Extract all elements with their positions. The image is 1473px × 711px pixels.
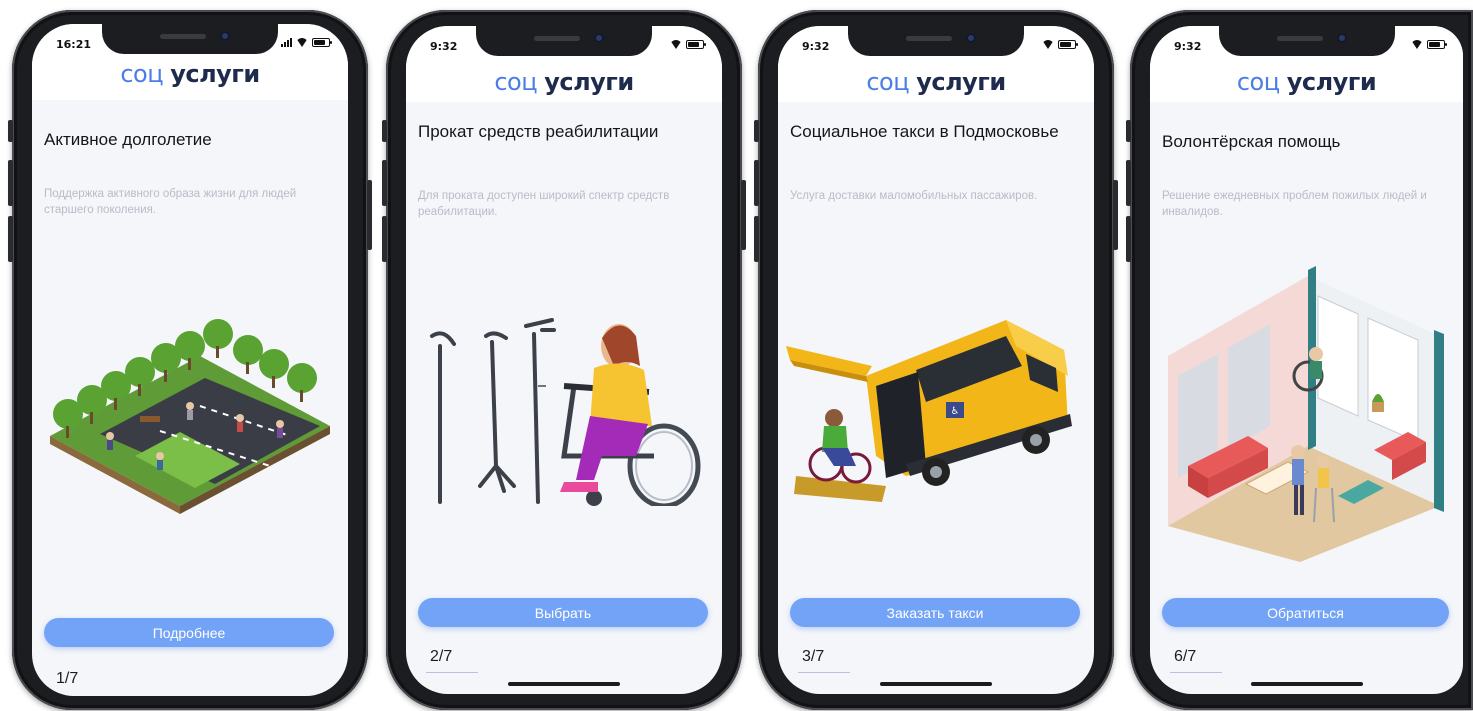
service-description: Услуга доставки маломобильных пассажиров…: [790, 190, 1038, 202]
battery-icon: [1058, 40, 1078, 49]
app-screen-1: 16:21 соц услуги Активное долголетие Под…: [32, 24, 348, 696]
svg-text:♿: ♿: [951, 406, 960, 417]
notch: [1218, 26, 1395, 56]
app-screen-2: 9:32 соц услуги Прокат средств реабилита…: [406, 26, 722, 694]
apply-button[interactable]: Обратиться: [1162, 598, 1449, 627]
page-counter: 1/7: [56, 670, 79, 687]
wifi-icon: [1042, 40, 1054, 49]
status-time: 9:32: [1174, 40, 1202, 53]
app-screen-4: 9:32 соц услуги Волонтёрская помощь Реше…: [1150, 26, 1463, 694]
wheelchair-icon: [430, 318, 701, 506]
wifi-icon: [670, 40, 682, 49]
battery-icon: [312, 38, 332, 47]
page-counter: 6/7: [1174, 648, 1197, 665]
app-logo: соц услуги: [120, 60, 260, 88]
notch: [102, 24, 278, 54]
wifi-icon: [1411, 40, 1423, 49]
taxi-van-icon: ♿: [786, 320, 1072, 502]
service-title: Социальное такси в Подмосковье: [790, 122, 1059, 141]
service-title: Прокат средств реабилитации: [418, 122, 659, 141]
phone-frame-4: 9:32 соц услуги Волонтёрская помощь Реше…: [1126, 10, 1473, 710]
status-icons: [1411, 40, 1447, 49]
status-icons: [1042, 40, 1078, 49]
status-time: 16:21: [56, 38, 92, 51]
phone-frame-1: 16:21 соц услуги Активное долголетие Под…: [8, 10, 372, 710]
phone-frame-2: 9:32 соц услуги Прокат средств реабилита…: [382, 10, 746, 710]
page-counter: 3/7: [802, 648, 825, 665]
wifi-icon: [296, 38, 308, 47]
status-icons: [281, 38, 332, 47]
service-description: Решение ежедневных проблем пожилых людей…: [1162, 190, 1427, 218]
app-logo: соц услуги: [494, 68, 634, 96]
page-indicator-line: [798, 672, 850, 673]
more-button[interactable]: Подробнее: [44, 618, 334, 647]
phone-frame-3: 9:32 соц услуги Социальное такси в Подмо…: [754, 10, 1118, 710]
room-icon: [1168, 266, 1444, 562]
page-indicator-line: [1170, 672, 1222, 673]
app-logo: соц услуги: [866, 68, 1006, 96]
page-counter: 2/7: [430, 648, 453, 665]
home-indicator: [1250, 682, 1363, 686]
notch: [476, 26, 652, 56]
service-description: Поддержка активного образа жизни для люд…: [44, 188, 297, 216]
app-screen-3: 9:32 соц услуги Социальное такси в Подмо…: [778, 26, 1094, 694]
choose-button[interactable]: Выбрать: [418, 598, 708, 627]
home-indicator: [508, 682, 620, 686]
notch: [848, 26, 1024, 56]
signal-icon: [281, 38, 292, 47]
status-icons: [670, 40, 706, 49]
battery-icon: [1427, 40, 1447, 49]
service-title: Активное долголетие: [44, 130, 212, 149]
app-logo: соц услуги: [1236, 68, 1377, 96]
service-title: Волонтёрская помощь: [1162, 132, 1341, 151]
status-time: 9:32: [430, 40, 458, 53]
page-indicator-line: [426, 672, 478, 673]
status-time: 9:32: [802, 40, 830, 53]
battery-icon: [686, 40, 706, 49]
order-taxi-button[interactable]: Заказать такси: [790, 598, 1080, 627]
park-icon: [50, 319, 330, 514]
home-indicator: [880, 682, 992, 686]
service-description: Для проката доступен широкий спектр сред…: [418, 190, 670, 218]
